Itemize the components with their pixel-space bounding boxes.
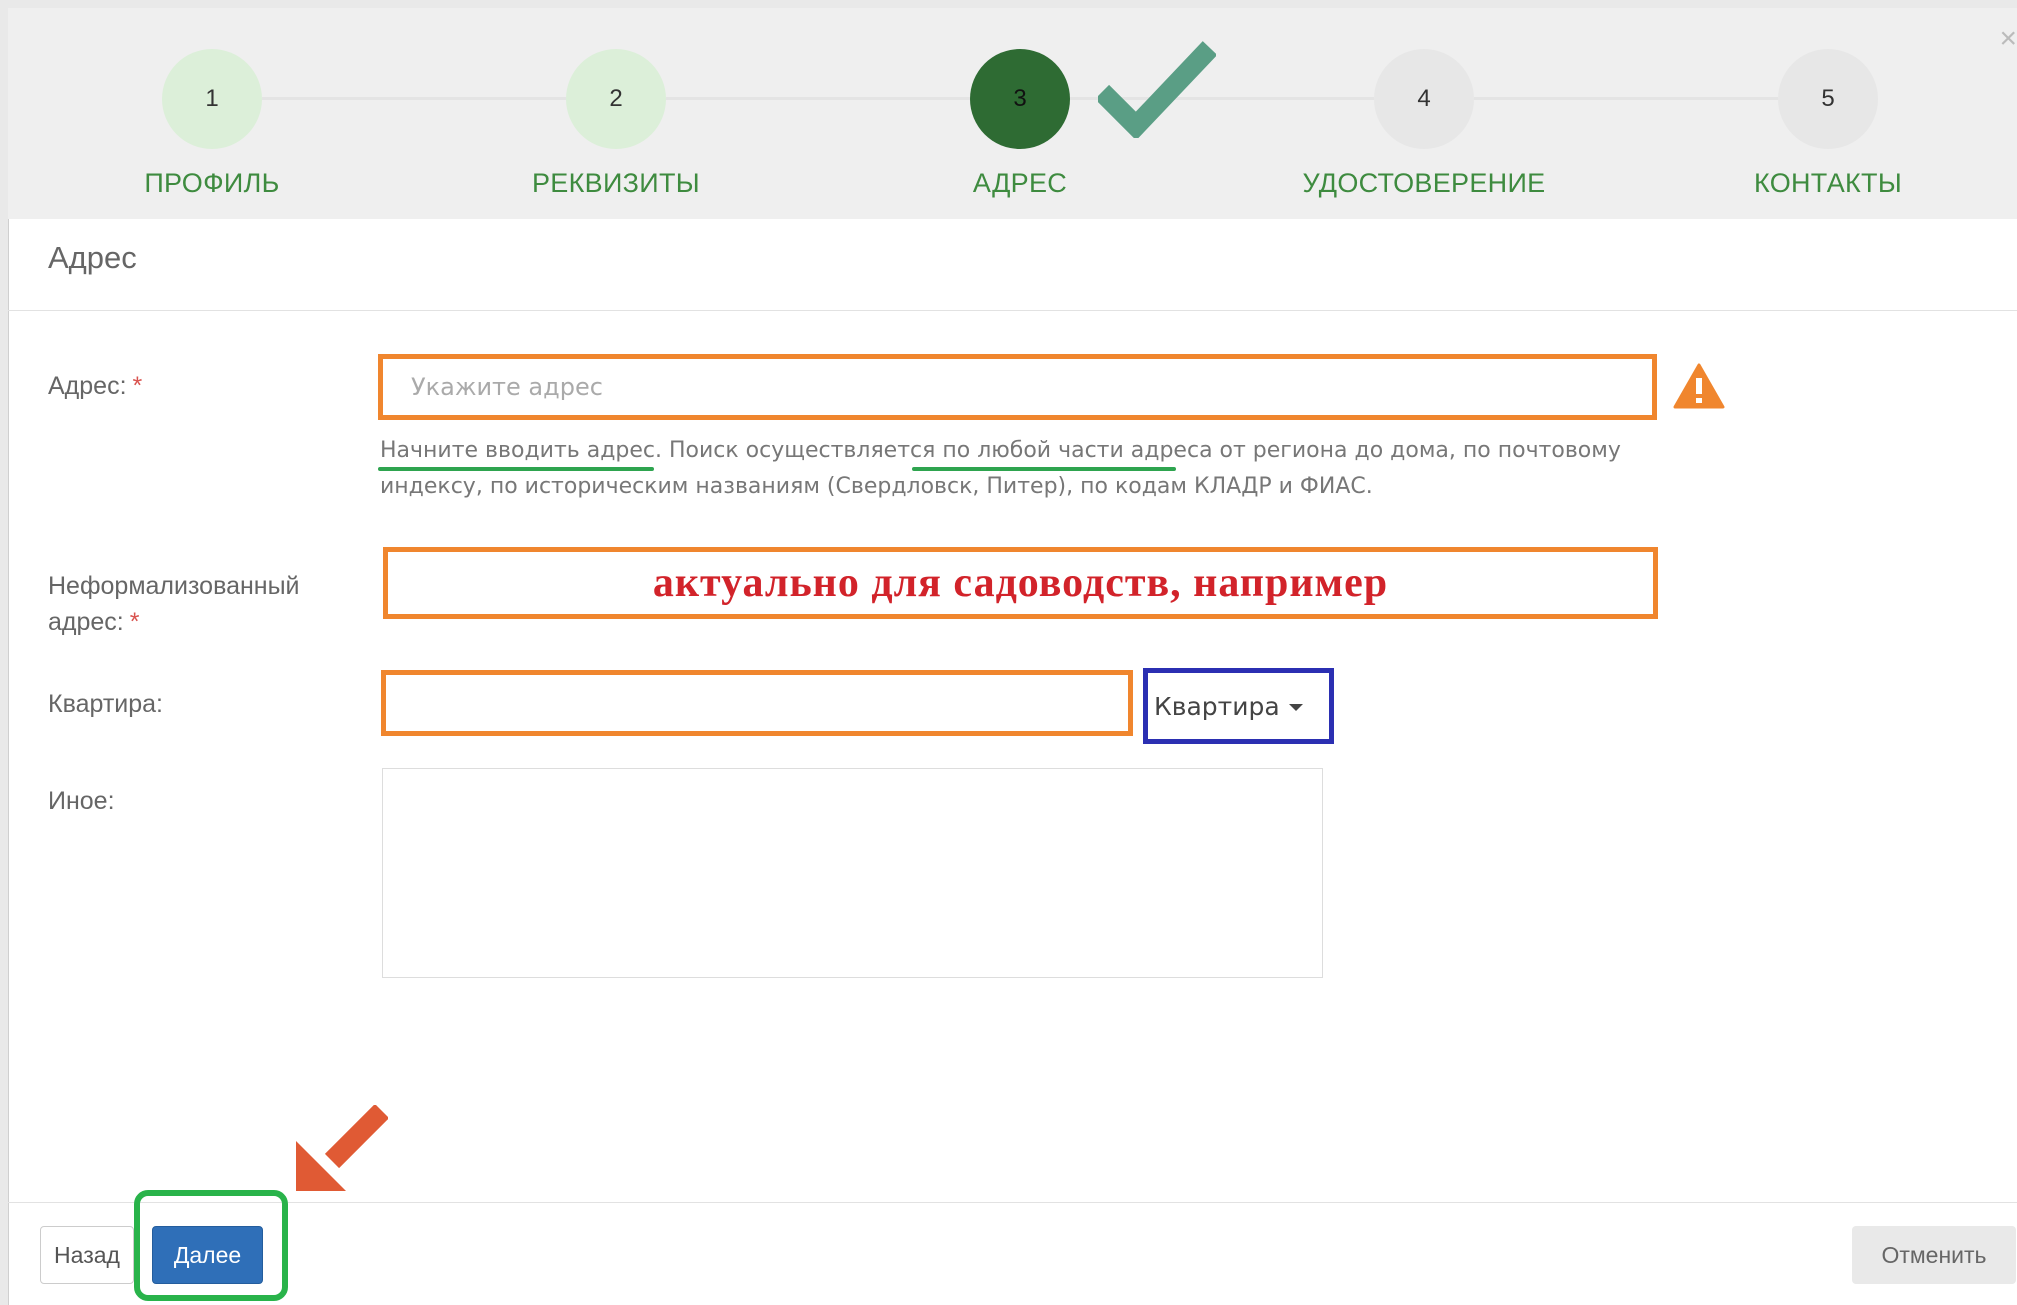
step-3-label[interactable]: АДРЕС bbox=[860, 168, 1180, 199]
caret-down-icon bbox=[1288, 704, 1303, 711]
divider bbox=[8, 1202, 2017, 1203]
step-5-circle[interactable]: 5 bbox=[1778, 49, 1878, 149]
address-placeholder: Укажите адрес bbox=[411, 373, 603, 401]
green-underline-annotation bbox=[912, 467, 1176, 471]
dropdown-value: Квартира bbox=[1154, 691, 1280, 721]
informal-address-label: Неформализованный адрес: * bbox=[48, 568, 300, 640]
close-icon[interactable]: × bbox=[1999, 22, 2017, 56]
back-button[interactable]: Назад bbox=[40, 1226, 134, 1284]
annotation-text: актуально для садоводств, например bbox=[652, 560, 1389, 606]
step-1-circle[interactable]: 1 bbox=[162, 49, 262, 149]
apartment-type-dropdown[interactable]: Квартира bbox=[1143, 668, 1334, 744]
arrow-annotation-icon bbox=[296, 1105, 388, 1191]
help-text-part: Начните вводить адрес bbox=[380, 438, 656, 463]
step-5-label[interactable]: КОНТАКТЫ bbox=[1668, 168, 1988, 199]
step-connector bbox=[1474, 97, 1778, 100]
step-number: 4 bbox=[1417, 85, 1431, 112]
step-4-circle[interactable]: 4 bbox=[1374, 49, 1474, 149]
warning-triangle-icon bbox=[1673, 363, 1725, 409]
section-title: Адрес bbox=[48, 240, 137, 275]
address-input[interactable]: Укажите адрес bbox=[378, 354, 1657, 420]
checkmark-icon bbox=[1098, 41, 1216, 138]
label-line: адрес: bbox=[48, 608, 124, 636]
required-marker: * bbox=[132, 372, 143, 400]
apartment-label: Квартира: bbox=[48, 690, 163, 718]
other-label: Иное: bbox=[48, 787, 115, 815]
apartment-input[interactable] bbox=[381, 670, 1133, 736]
step-connector bbox=[666, 97, 970, 100]
step-connector bbox=[262, 97, 566, 100]
label-line: Неформализованный bbox=[48, 572, 300, 600]
step-2-circle[interactable]: 2 bbox=[566, 49, 666, 149]
required-marker: * bbox=[129, 608, 140, 636]
address-label-text: Адрес: bbox=[48, 372, 127, 400]
step-number: 5 bbox=[1821, 85, 1835, 112]
step-number: 2 bbox=[609, 85, 623, 112]
other-textarea[interactable] bbox=[382, 768, 1323, 978]
step-1-label[interactable]: ПРОФИЛЬ bbox=[52, 168, 372, 199]
divider bbox=[8, 310, 2017, 311]
step-3-circle[interactable]: 3 bbox=[970, 49, 1070, 149]
step-4-label[interactable]: УДОСТОВЕРЕНИЕ bbox=[1264, 168, 1584, 199]
green-highlight-annotation bbox=[134, 1190, 288, 1301]
address-label: Адрес: * bbox=[48, 368, 142, 404]
step-2-label[interactable]: РЕКВИЗИТЫ bbox=[456, 168, 776, 199]
green-underline-annotation bbox=[378, 467, 654, 471]
step-number: 1 bbox=[205, 85, 219, 112]
step-number: 3 bbox=[1013, 85, 1027, 112]
help-text-part: . Поиск осуществляется bbox=[655, 438, 943, 463]
help-text-part: по любой части адреса bbox=[942, 438, 1213, 463]
cancel-button[interactable]: Отменить bbox=[1852, 1226, 2016, 1284]
